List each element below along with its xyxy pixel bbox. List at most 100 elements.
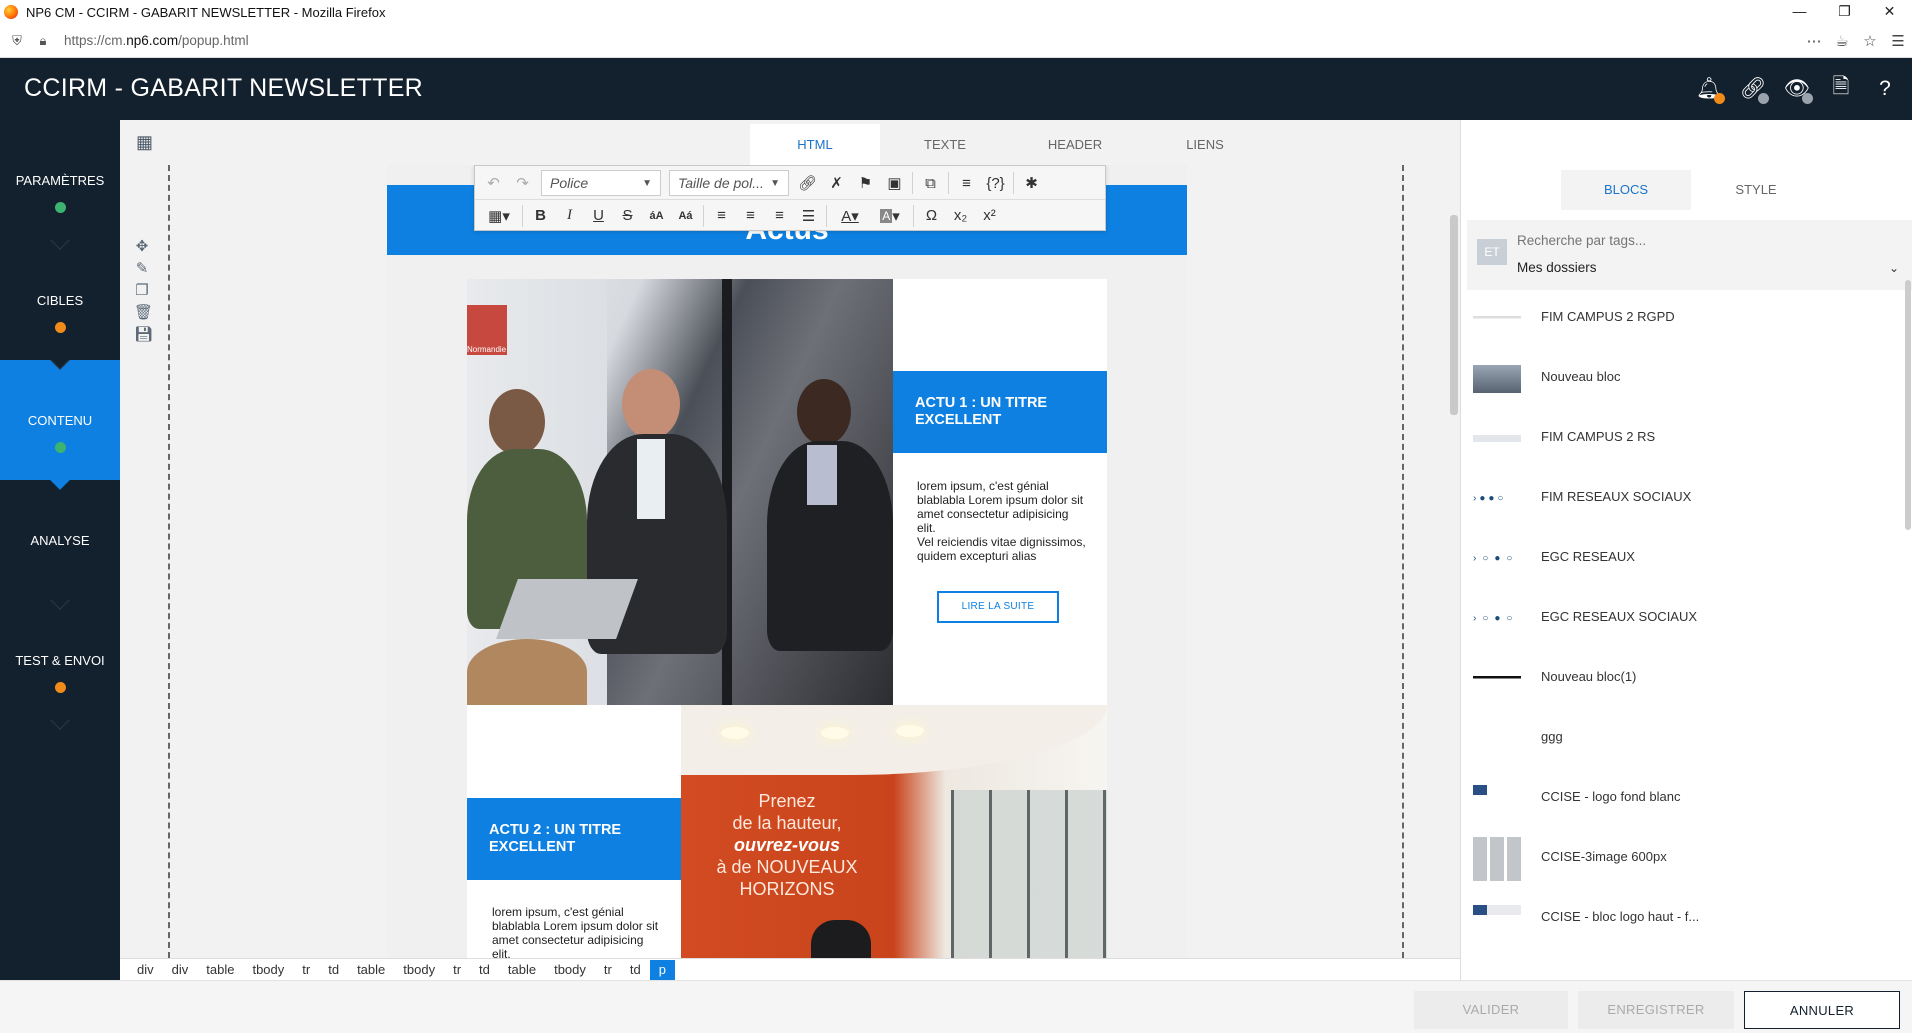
link-icon[interactable]: 🔗︎: [793, 169, 822, 197]
list-item[interactable]: ggg: [1471, 715, 1901, 775]
subscript-icon[interactable]: x₂: [946, 202, 975, 230]
et-toggle[interactable]: ET: [1477, 239, 1507, 265]
lowercase-icon[interactable]: áA: [642, 202, 671, 230]
breadcrumb-item[interactable]: td: [319, 960, 348, 980]
breadcrumb-item[interactable]: table: [348, 960, 394, 980]
help-icon[interactable]: ?: [1872, 76, 1898, 102]
save-button[interactable]: ENREGISTRER: [1578, 991, 1734, 1029]
list-item[interactable]: FIM CAMPUS 2 RGPD: [1471, 295, 1901, 355]
tab-style[interactable]: STYLE: [1691, 170, 1821, 210]
shield-icon[interactable]: ⛨: [8, 33, 26, 49]
align-justify-icon[interactable]: ☰: [794, 202, 823, 230]
panel-scrollbar[interactable]: [1905, 280, 1911, 530]
tab-header[interactable]: HEADER: [1010, 124, 1140, 165]
save-icon[interactable]: 💾︎: [134, 325, 153, 344]
article-2-text[interactable]: lorem ipsum, c'est génial blablabla Lore…: [492, 905, 664, 958]
article-1-text[interactable]: lorem ipsum, c'est génial blablabla Lore…: [917, 479, 1089, 563]
sidebar-item-test-envoi[interactable]: TEST & ENVOI: [0, 600, 120, 730]
breadcrumb-item[interactable]: tr: [595, 960, 621, 980]
url-bar[interactable]: ⛨ 🔒︎ https://cm.np6.com/popup.html ⋯ ☕︎ …: [0, 24, 1912, 58]
bookmark-star-icon[interactable]: ☆: [1856, 32, 1884, 50]
restore-icon[interactable]: ❐: [1822, 0, 1867, 24]
page-break-icon[interactable]: ≡: [952, 169, 981, 197]
breadcrumb-item[interactable]: tbody: [394, 960, 444, 980]
url-text[interactable]: https://cm.np6.com/popup.html: [64, 33, 249, 48]
plugin-icon[interactable]: ✱: [1017, 169, 1046, 197]
lock-icon[interactable]: 🔒︎: [34, 33, 52, 49]
breadcrumb-item[interactable]: td: [621, 960, 650, 980]
menu-icon[interactable]: ☰: [1884, 32, 1912, 50]
list-item[interactable]: ›○●○ EGC RESEAUX SOCIAUX: [1471, 595, 1901, 655]
article-1-photo[interactable]: Normandie: [467, 279, 893, 705]
underline-icon[interactable]: U: [584, 202, 613, 230]
text-color-icon[interactable]: A▾: [830, 202, 870, 230]
edit-icon[interactable]: ✎: [134, 259, 150, 278]
undo-icon[interactable]: ↶: [479, 169, 508, 197]
paste-icon[interactable]: ⧉: [916, 169, 945, 197]
file-code-icon[interactable]: 🗎︎: [1828, 75, 1854, 102]
minimize-icon[interactable]: —: [1777, 0, 1822, 24]
breadcrumb-item[interactable]: tr: [444, 960, 470, 980]
sidebar-item-analyse[interactable]: ANALYSE: [0, 480, 120, 610]
list-item[interactable]: Nouveau bloc(1): [1471, 655, 1901, 715]
pocket-icon[interactable]: ☕︎: [1828, 32, 1856, 50]
breadcrumb-item[interactable]: tbody: [545, 960, 595, 980]
bold-icon[interactable]: B: [526, 202, 555, 230]
breadcrumb-item[interactable]: tbody: [243, 960, 293, 980]
grid-icon[interactable]: ▦: [136, 132, 153, 153]
move-icon[interactable]: ✥: [134, 237, 150, 256]
tag-search-input[interactable]: [1515, 228, 1905, 252]
list-item[interactable]: FIM CAMPUS 2 RS: [1471, 415, 1901, 475]
source-code-icon[interactable]: {?}: [981, 169, 1010, 197]
background-color-icon[interactable]: A ▾: [870, 202, 910, 230]
article-1-title[interactable]: ACTU 1 : UN TITRE EXCELLENT: [893, 371, 1107, 453]
unlink-icon[interactable]: ✗: [822, 169, 851, 197]
breadcrumb-item[interactable]: table: [499, 960, 545, 980]
font-family-select[interactable]: Police ▼: [541, 170, 661, 196]
close-icon[interactable]: ✕: [1867, 0, 1912, 24]
bookmark-icon[interactable]: ⚑: [851, 169, 880, 197]
sidebar-item-cibles[interactable]: CIBLES: [0, 240, 120, 370]
list-item[interactable]: CCISE - logo fond blanc: [1471, 775, 1901, 835]
tab-blocs[interactable]: BLOCS: [1561, 170, 1691, 210]
table-icon[interactable]: ▦▾: [479, 202, 519, 230]
font-size-select[interactable]: Taille de pol... ▼: [669, 170, 789, 196]
align-right-icon[interactable]: ≡: [765, 202, 794, 230]
strikethrough-icon[interactable]: S: [613, 202, 642, 230]
breadcrumb-item[interactable]: div: [128, 960, 163, 980]
uppercase-icon[interactable]: Aá: [671, 202, 700, 230]
breadcrumb-item[interactable]: tr: [293, 960, 319, 980]
tab-texte[interactable]: TEXTE: [880, 124, 1010, 165]
sidebar-item-contenu[interactable]: CONTENU: [0, 360, 120, 490]
special-char-icon[interactable]: Ω: [917, 202, 946, 230]
folder-select[interactable]: Mes dossiers ⌄: [1515, 256, 1905, 280]
align-left-icon[interactable]: ≡: [707, 202, 736, 230]
breadcrumb-item[interactable]: td: [470, 960, 499, 980]
list-item[interactable]: CCISE - bloc logo haut - f...: [1471, 895, 1901, 955]
align-center-icon[interactable]: ≡: [736, 202, 765, 230]
breadcrumb-item[interactable]: table: [197, 960, 243, 980]
tab-html[interactable]: HTML: [750, 124, 880, 165]
list-item[interactable]: CCISE-3image 600px: [1471, 835, 1901, 895]
superscript-icon[interactable]: x²: [975, 202, 1004, 230]
cancel-button[interactable]: ANNULER: [1744, 991, 1900, 1029]
list-item[interactable]: Nouveau bloc: [1471, 355, 1901, 415]
list-item[interactable]: ›○●○ EGC RESEAUX: [1471, 535, 1901, 595]
link-icon[interactable]: 🔗︎: [1740, 76, 1769, 104]
validate-button[interactable]: VALIDER: [1414, 991, 1568, 1029]
sidebar-item-parametres[interactable]: PARAMÈTRES: [0, 120, 120, 250]
breadcrumb-item-active[interactable]: p: [649, 959, 675, 980]
canvas-scrollbar[interactable]: [1450, 215, 1458, 415]
bell-icon[interactable]: 🔔︎: [1696, 76, 1725, 104]
tab-liens[interactable]: LIENS: [1140, 124, 1270, 165]
copy-icon[interactable]: ❐: [134, 281, 150, 300]
redo-icon[interactable]: ↷: [508, 169, 537, 197]
trash-icon[interactable]: 🗑︎: [134, 303, 153, 322]
list-item[interactable]: ›●●○ FIM RESEAUX SOCIAUX: [1471, 475, 1901, 535]
read-more-button[interactable]: LIRE LA SUITE: [937, 591, 1059, 623]
italic-icon[interactable]: I: [555, 202, 584, 230]
breadcrumb-item[interactable]: div: [163, 960, 198, 980]
eye-icon[interactable]: 👁︎: [1784, 76, 1813, 104]
more-icon[interactable]: ⋯: [1800, 32, 1828, 50]
article-2-title[interactable]: ACTU 2 : UN TITRE EXCELLENT: [467, 798, 681, 880]
